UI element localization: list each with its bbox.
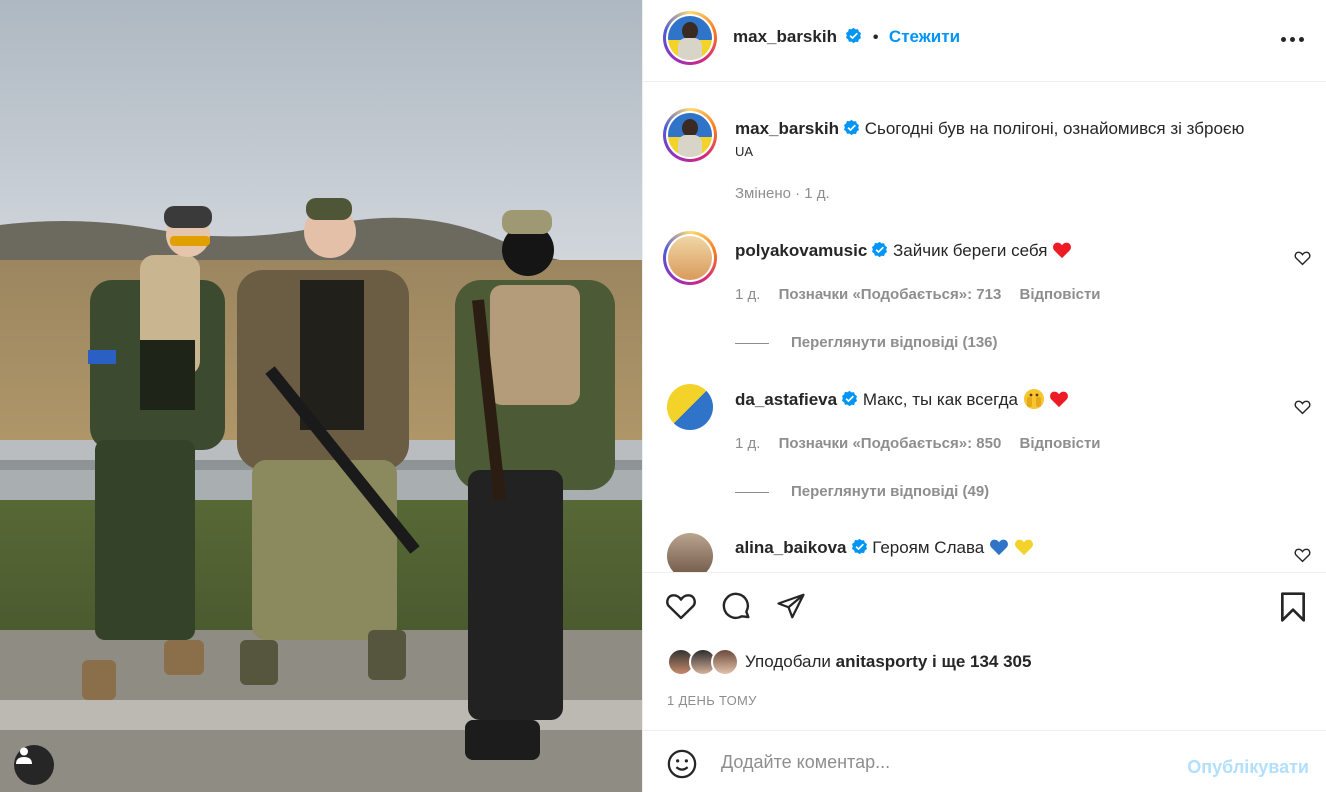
red-heart-icon (1053, 242, 1072, 259)
comment-text: Зайчик береги себя (893, 241, 1048, 260)
caption: max_barskih Сьогодні був на полігоні, оз… (735, 118, 1315, 159)
like-comment-icon[interactable] (1294, 399, 1311, 415)
comment-text: Героям Слава (872, 538, 985, 557)
comment-text: Макс, ты как всегда (862, 390, 1018, 409)
verified-badge-icon (842, 390, 858, 407)
publish-button[interactable]: Опублікувати (1187, 757, 1309, 778)
view-replies-button[interactable]: Переглянути відповіді (136) (735, 334, 998, 351)
comment-meta: 1 д. Позначки «Подобається»: 713 Відпові… (735, 286, 1101, 303)
comments-list[interactable]: max_barskih Сьогодні був на полігоні, оз… (643, 82, 1326, 572)
comment-composer: Опублікувати (643, 730, 1326, 792)
user-icon (16, 747, 32, 764)
like-comment-icon[interactable] (1294, 547, 1311, 563)
comment-meta: 1 д. Позначки «Подобається»: 850 Відпові… (735, 435, 1101, 452)
header-separator: • (872, 29, 879, 46)
yellow-heart-icon (1014, 539, 1033, 556)
comment-likes[interactable]: Позначки «Подобається»: 850 (779, 435, 1002, 452)
comment-username[interactable]: alina_baikova (735, 538, 847, 557)
comment-age: 1 д. (735, 435, 761, 452)
emoji-icon[interactable] (667, 749, 697, 779)
view-replies-button[interactable]: Переглянути відповіді (49) (735, 483, 989, 500)
more-icon (1281, 36, 1286, 42)
hands-over-face-emoji-icon (1023, 389, 1044, 409)
comment-username[interactable]: da_astafieva (735, 390, 837, 409)
post-photo-image (0, 0, 642, 792)
blue-heart-icon (990, 539, 1008, 556)
verified-badge-icon (843, 119, 859, 136)
comment: polyakovamusic Зайчик береги себя (735, 240, 1326, 262)
author-avatar[interactable] (663, 11, 717, 65)
view-replies-label: Переглянути відповіді (136) (791, 334, 998, 351)
post-modal: max_barskih • Стежити max_barskih Сьогод… (0, 0, 1326, 792)
verified-badge-icon (851, 538, 867, 555)
post-header: max_barskih • Стежити (643, 0, 1326, 82)
commenter-avatar[interactable] (663, 231, 717, 285)
likes-count[interactable]: і ще 134 305 (932, 652, 1031, 671)
like-comment-icon[interactable] (1294, 250, 1311, 266)
comment-username[interactable]: polyakovamusic (735, 241, 867, 260)
post-photo[interactable] (0, 0, 642, 792)
edited-meta: Змінено · 1 д. (735, 185, 830, 202)
comment-likes[interactable]: Позначки «Подобається»: 713 (779, 286, 1002, 303)
caption-author-avatar[interactable] (663, 108, 717, 162)
comment: alina_baikova Героям Слава (735, 537, 1326, 559)
view-replies-label: Переглянути відповіді (49) (791, 483, 990, 500)
verified-badge-icon (846, 27, 862, 44)
author-username[interactable]: max_barskih (733, 27, 837, 46)
post-timestamp[interactable]: 1 ДЕНЬ ТОМУ (667, 693, 757, 708)
caption-tag: UA (735, 144, 754, 159)
likes-prefix: Уподобали (745, 652, 831, 671)
comment-age: 1 д. (735, 286, 761, 303)
reply-button[interactable]: Відповісти (1019, 435, 1100, 452)
save-bookmark-icon[interactable] (1279, 591, 1307, 623)
likes-text: Уподобали anitasporty і ще 134 305 (745, 652, 1031, 672)
commenter-avatar[interactable] (667, 384, 713, 430)
red-heart-icon (1050, 391, 1069, 408)
tagged-users-button[interactable] (14, 745, 54, 785)
likers-avatars[interactable] (667, 648, 739, 676)
more-options-button[interactable] (1281, 30, 1307, 48)
like-icon[interactable] (665, 591, 697, 621)
comment-icon[interactable] (721, 591, 753, 623)
comment: da_astafieva Макс, ты как всегда (735, 388, 1326, 411)
reply-button[interactable]: Відповісти (1019, 286, 1100, 303)
likes-summary: Уподобали anitasporty і ще 134 305 (667, 647, 1031, 677)
verified-badge-icon (872, 241, 888, 258)
comment-input[interactable] (721, 747, 1161, 777)
commenter-avatar[interactable] (667, 533, 713, 572)
likes-user[interactable]: anitasporty (836, 652, 928, 671)
caption-username[interactable]: max_barskih (735, 119, 839, 138)
caption-text: Сьогодні був на полігоні, ознайомився зі… (864, 119, 1245, 138)
post-actions: Уподобали anitasporty і ще 134 305 1 ДЕН… (643, 572, 1326, 730)
post-side-panel: max_barskih • Стежити max_barskih Сьогод… (642, 0, 1326, 792)
share-icon[interactable] (775, 591, 807, 621)
follow-button[interactable]: Стежити (889, 27, 960, 46)
